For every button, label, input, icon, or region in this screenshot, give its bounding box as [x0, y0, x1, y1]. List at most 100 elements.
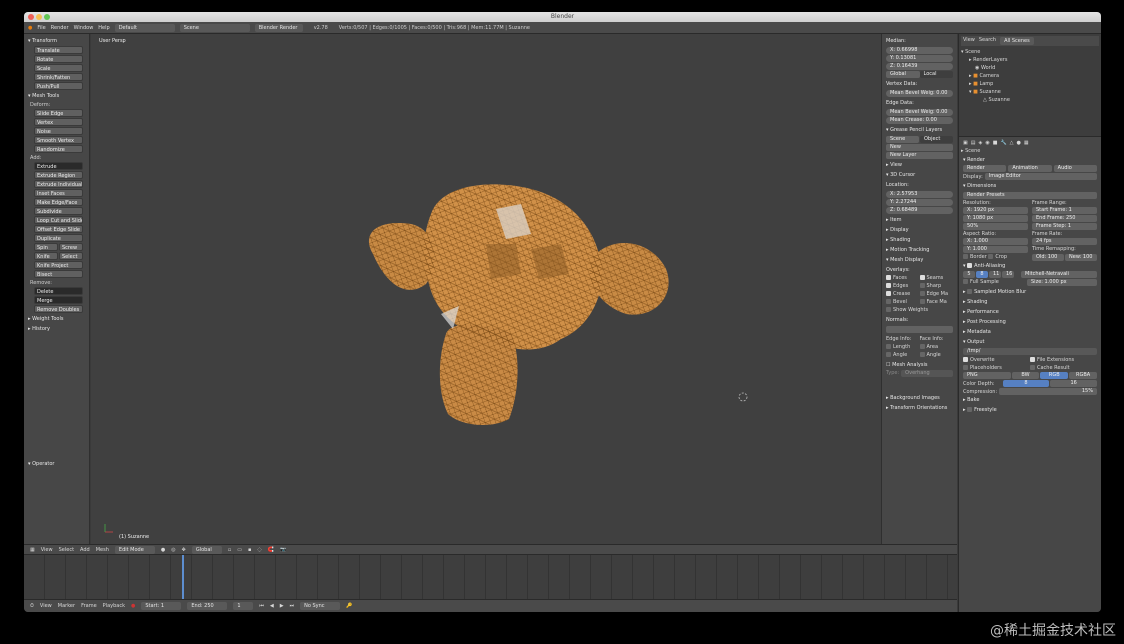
- bisect-button[interactable]: Bisect: [34, 270, 83, 278]
- duplicate-button[interactable]: Duplicate: [34, 234, 83, 242]
- resolution-y-field[interactable]: Y: 1080 px: [963, 215, 1028, 222]
- cursor-x-field[interactable]: X: 2.57953: [886, 191, 953, 198]
- offset-edge-slide-button[interactable]: Offset Edge Slide: [34, 225, 83, 233]
- aspect-x-field[interactable]: X: 1.000: [963, 238, 1028, 245]
- aspect-y-field[interactable]: Y: 1.000: [963, 246, 1028, 253]
- randomize-button[interactable]: Randomize: [34, 145, 83, 153]
- world-context-icon[interactable]: ◉: [985, 140, 989, 146]
- select-menu[interactable]: Select: [59, 547, 74, 553]
- mode-select[interactable]: Edit Mode: [114, 545, 155, 554]
- gp-new-layer-button[interactable]: New Layer: [886, 152, 953, 159]
- 3d-cursor-header[interactable]: ▾ 3D Cursor: [884, 170, 955, 180]
- gp-new-button[interactable]: New: [886, 144, 953, 151]
- global-toggle[interactable]: Global: [886, 71, 920, 78]
- view-header[interactable]: ▸ View: [884, 160, 955, 170]
- maximize-icon[interactable]: [44, 14, 50, 20]
- median-z-field[interactable]: Z: 0.16439: [886, 63, 953, 70]
- placeholders-checkbox[interactable]: Placeholders: [963, 365, 1030, 371]
- screw-button[interactable]: Screw: [59, 243, 83, 251]
- aa-5-button[interactable]: 5: [963, 271, 975, 278]
- subdivide-button[interactable]: Subdivide: [34, 207, 83, 215]
- sampled-motion-blur-header[interactable]: ▸ Sampled Motion Blur: [961, 287, 1099, 297]
- start-frame-input[interactable]: Start: 1: [141, 602, 182, 610]
- display-select[interactable]: Image Editor: [984, 173, 1097, 180]
- menu-window[interactable]: Window: [74, 25, 94, 31]
- extrude-individual-button[interactable]: Extrude Individual: [34, 180, 83, 188]
- resolution-percent-field[interactable]: 50%: [963, 223, 1028, 230]
- shrink-fatten-button[interactable]: Shrink/Fatten: [34, 73, 83, 81]
- aa-16-button[interactable]: 16: [1002, 271, 1014, 278]
- select-button[interactable]: Select: [59, 252, 83, 260]
- jump-end-icon[interactable]: ⏭: [290, 603, 295, 609]
- face-marks-checkbox[interactable]: Face Ma: [919, 299, 954, 305]
- layers-context-icon[interactable]: ▤: [971, 140, 976, 146]
- noise-button[interactable]: Noise: [34, 127, 83, 135]
- knife-button[interactable]: Knife: [34, 252, 58, 260]
- timeline-editor-type-icon[interactable]: ⏱: [30, 603, 34, 609]
- spin-button[interactable]: Spin: [34, 243, 58, 251]
- mesh-analysis-header[interactable]: ☐ Mesh Analysis: [884, 360, 955, 370]
- sync-select[interactable]: No Sync: [300, 602, 341, 610]
- cursor-z-field[interactable]: Z: 0.68489: [886, 207, 953, 214]
- material-context-icon[interactable]: ●: [1017, 140, 1021, 146]
- render-button[interactable]: Render: [963, 165, 1007, 172]
- manipulator-icon[interactable]: ✥: [182, 547, 186, 553]
- outliner-item-renderlayers[interactable]: ▸ RenderLayers: [961, 56, 1099, 64]
- timeline-frame-menu[interactable]: Frame: [81, 603, 97, 609]
- delete-button[interactable]: Delete: [34, 287, 83, 295]
- viewport-shading-icon[interactable]: ●: [161, 547, 165, 553]
- texture-context-icon[interactable]: ▦: [1024, 140, 1029, 146]
- analysis-type-select[interactable]: Overhang: [901, 370, 953, 377]
- end-frame-field[interactable]: End Frame: 250: [1032, 215, 1097, 222]
- bake-header[interactable]: ▸ Bake: [961, 395, 1099, 405]
- remove-doubles-button[interactable]: Remove Doubles: [34, 305, 83, 313]
- outliner-item-scene[interactable]: ▾ Scene: [961, 48, 1099, 56]
- 3d-cursor-icon[interactable]: [738, 392, 748, 402]
- operator-header[interactable]: ▾ Operator: [26, 459, 87, 469]
- freestyle-header[interactable]: ▸ Freestyle: [961, 405, 1099, 415]
- full-sample-checkbox[interactable]: Full Sample: [963, 279, 1025, 286]
- display-header[interactable]: ▸ Display: [884, 225, 955, 235]
- anti-aliasing-header[interactable]: ▾ Anti-Aliasing: [961, 261, 1099, 271]
- outliner-filter-select[interactable]: All Scenes: [1000, 37, 1034, 45]
- edge-select-icon[interactable]: ▭: [237, 547, 242, 553]
- translate-button[interactable]: Translate: [34, 46, 83, 54]
- outliner-item-camera[interactable]: ▸ ■ Camera: [961, 72, 1099, 80]
- push-pull-button[interactable]: Push/Pull: [34, 82, 83, 90]
- view-menu[interactable]: View: [41, 547, 53, 553]
- normals-size-field[interactable]: [886, 326, 953, 333]
- output-header[interactable]: ▾ Output: [961, 337, 1099, 347]
- show-weights-checkbox[interactable]: Show Weights: [884, 305, 955, 315]
- rgba-button[interactable]: RGBA: [1069, 372, 1097, 379]
- current-frame-indicator[interactable]: [182, 555, 184, 600]
- vertex-select-icon[interactable]: ▫: [228, 547, 231, 553]
- monkey-mesh[interactable]: [368, 184, 669, 426]
- local-toggle[interactable]: Local: [919, 71, 953, 78]
- timeline-editor[interactable]: [24, 554, 957, 600]
- cursor-y-field[interactable]: Y: 2.27244: [886, 199, 953, 206]
- timeline-view-menu[interactable]: View: [40, 603, 52, 609]
- start-frame-field[interactable]: Start Frame: 1: [1032, 207, 1097, 214]
- smooth-vertex-button[interactable]: Smooth Vertex: [34, 136, 83, 144]
- aa-11-button[interactable]: 11: [989, 271, 1001, 278]
- render-context-icon[interactable]: ▣: [963, 140, 968, 146]
- engine-select[interactable]: Blender Render: [254, 23, 303, 32]
- scene-select[interactable]: Scene: [179, 23, 250, 32]
- frame-step-field[interactable]: Frame Step: 1: [1032, 223, 1097, 230]
- border-checkbox[interactable]: Border Crop: [963, 254, 1028, 261]
- metadata-header[interactable]: ▸ Metadata: [961, 327, 1099, 337]
- angle-checkbox[interactable]: Angle: [886, 352, 920, 358]
- old-field[interactable]: Old: 100: [1032, 254, 1064, 261]
- file-extensions-checkbox[interactable]: File Extensions: [1030, 357, 1097, 363]
- item-header[interactable]: ▸ Item: [884, 215, 955, 225]
- background-images-header[interactable]: ▸ Background Images: [884, 393, 955, 403]
- sharp-checkbox[interactable]: Sharp: [919, 283, 954, 289]
- new-field[interactable]: New: 100: [1065, 254, 1097, 261]
- history-header[interactable]: ▸ History: [26, 324, 87, 334]
- scale-button[interactable]: Scale: [34, 64, 83, 72]
- compression-slider[interactable]: 15%: [999, 388, 1097, 395]
- end-frame-input[interactable]: End: 250: [187, 602, 228, 610]
- timeline-marker-menu[interactable]: Marker: [58, 603, 75, 609]
- area-checkbox[interactable]: Area: [919, 344, 954, 350]
- timeline-playback-menu[interactable]: Playback: [103, 603, 125, 609]
